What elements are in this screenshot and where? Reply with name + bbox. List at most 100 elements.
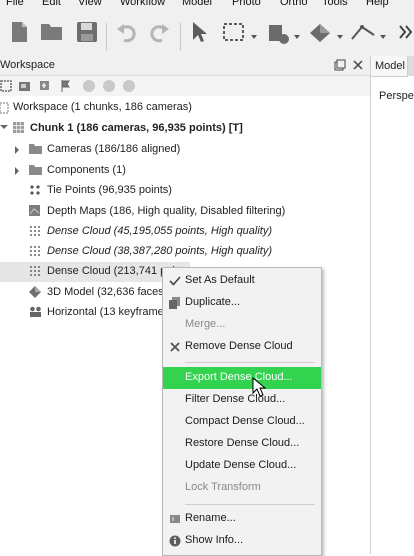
menu-workflow[interactable]: Workflow <box>120 0 165 8</box>
pointer-icon[interactable] <box>190 21 208 43</box>
dense-cloud-icon <box>30 246 40 256</box>
menu-model[interactable]: Model <box>182 0 212 8</box>
close-icon[interactable] <box>352 59 364 71</box>
dense-cloud-icon <box>30 226 40 236</box>
ruler-icon[interactable] <box>350 21 376 43</box>
expand-components-icon[interactable] <box>15 167 19 175</box>
dense-cloud-2-label: Dense Cloud (38,387,280 points, High qua… <box>47 245 273 257</box>
dense-cloud-3-label: Dense Cloud (213,741 poi <box>47 265 175 277</box>
expand-cameras-icon[interactable] <box>15 146 19 154</box>
menu-item-label: Rename... <box>185 512 236 524</box>
menu-item-show-info[interactable]: Show Info... <box>163 530 321 552</box>
workspace-toolbar <box>0 76 370 96</box>
menu-item-export-dense-cloud[interactable]: Export Dense Cloud... <box>163 367 321 389</box>
tree-dense-cloud-1[interactable]: Dense Cloud (45,195,055 points, High qua… <box>0 222 370 242</box>
menu-item-label: Update Dense Cloud... <box>185 459 297 471</box>
menu-ortho[interactable]: Ortho <box>280 0 308 8</box>
menu-item-label: Show Info... <box>185 534 244 546</box>
menu-item-restore-dense-cloud[interactable]: Restore Dense Cloud... <box>163 433 321 455</box>
menu-item-label: Compact Dense Cloud... <box>185 415 305 427</box>
depth-maps-label: Depth Maps (186, High quality, Disabled … <box>47 205 286 217</box>
components-label: Components (1) <box>47 164 126 176</box>
menu-file[interactable]: File <box>6 0 24 8</box>
menu-item-label: Duplicate... <box>185 296 241 308</box>
tab-secondary[interactable] <box>408 56 414 76</box>
tree-depth-maps[interactable]: Depth Maps (186, High quality, Disabled … <box>0 202 370 222</box>
3d-model-label: 3D Model (32,636 faces, H <box>47 286 178 298</box>
menu-tools[interactable]: Tools <box>322 0 348 8</box>
remove-icon <box>170 342 180 352</box>
remove-items-icon[interactable] <box>82 79 96 93</box>
rename-icon <box>170 515 180 523</box>
disable-items-icon[interactable] <box>102 79 116 93</box>
tree-tie-points[interactable]: Tie Points (96,935 points) <box>0 181 370 201</box>
add-marker-icon[interactable] <box>58 79 72 93</box>
undock-icon[interactable] <box>334 59 346 71</box>
menu-item-compact-dense-cloud[interactable]: Compact Dense Cloud... <box>163 411 321 433</box>
depth-maps-icon <box>29 205 40 216</box>
tree-workspace-root[interactable]: Workspace (1 chunks, 186 cameras) <box>0 98 370 118</box>
3d-model-icon <box>29 286 41 298</box>
rectangle-selection-icon[interactable] <box>222 21 246 43</box>
tree-components[interactable]: Components (1) <box>0 161 370 181</box>
workspace-header: Workspace <box>0 56 370 76</box>
menu-photo[interactable]: Photo <box>232 0 261 8</box>
horizontal-label: Horizontal (13 keyframes) <box>47 306 173 318</box>
animation-icon <box>30 306 41 317</box>
tie-points-label: Tie Points (96,935 points) <box>47 184 172 196</box>
menu-item-merge[interactable]: Merge... <box>163 314 321 336</box>
workspace-root-label: Workspace (1 chunks, 186 cameras) <box>13 101 192 113</box>
menu-help[interactable]: Help <box>366 0 389 8</box>
chunk-label: Chunk 1 (186 cameras, 96,935 points) [T] <box>30 122 243 134</box>
save-icon[interactable] <box>76 21 98 43</box>
undo-icon[interactable] <box>116 21 138 43</box>
model-view-panel: Model Perspec <box>370 56 414 554</box>
menu-item-set-as-default[interactable]: Set As Default <box>163 270 321 292</box>
menu-edit[interactable]: Edit <box>42 0 61 8</box>
brush-selection-icon[interactable] <box>266 21 290 45</box>
tie-points-icon <box>30 185 40 195</box>
tree-dense-cloud-2[interactable]: Dense Cloud (38,387,280 points, High qua… <box>0 242 370 262</box>
add-folder-icon[interactable] <box>38 79 52 93</box>
add-chunk-icon[interactable] <box>0 79 14 93</box>
workspace-icon <box>0 102 9 114</box>
menu-item-label: Lock Transform <box>185 481 261 493</box>
context-menu: Set As Default Duplicate... Merge... Rem… <box>162 267 322 556</box>
check-icon <box>169 276 181 286</box>
menu-item-label: Merge... <box>185 318 226 330</box>
add-photos-icon[interactable] <box>18 79 32 93</box>
menu-item-label: Remove Dense Cloud <box>185 340 293 352</box>
perspective-label: Perspec <box>379 90 414 102</box>
duplicate-icon <box>169 297 180 309</box>
info-icon <box>169 535 181 547</box>
expand-chunk-icon[interactable] <box>0 125 8 129</box>
menu-item-lock-transform[interactable]: Lock Transform <box>163 477 321 499</box>
menu-item-remove-dense-cloud[interactable]: Remove Dense Cloud <box>163 336 321 358</box>
open-folder-icon[interactable] <box>40 21 64 41</box>
chunk-grid-icon <box>13 122 24 133</box>
more-icon[interactable] <box>398 21 414 43</box>
menu-item-update-dense-cloud[interactable]: Update Dense Cloud... <box>163 455 321 477</box>
enable-items-icon[interactable] <box>122 79 136 93</box>
folder-icon <box>29 144 42 154</box>
tree-chunk[interactable]: Chunk 1 (186 cameras, 96,935 points) [T] <box>0 119 370 139</box>
menu-item-duplicate[interactable]: Duplicate... <box>163 292 321 314</box>
navigation-icon[interactable] <box>308 21 332 45</box>
menu-view[interactable]: View <box>78 0 102 8</box>
new-document-icon[interactable] <box>10 21 28 43</box>
tab-model-label: Model <box>375 60 405 72</box>
menu-separator <box>185 504 315 505</box>
tree-cameras[interactable]: Cameras (186/186 aligned) <box>0 140 370 160</box>
menu-item-label: Set As Default <box>185 274 255 286</box>
menu-bar: File Edit View Workflow Model Photo Orth… <box>0 0 414 9</box>
menu-item-label: Filter Dense Cloud... <box>185 393 286 405</box>
menu-item-rename[interactable]: Rename... <box>163 508 321 530</box>
redo-icon[interactable] <box>148 21 170 43</box>
tab-model[interactable]: Model <box>371 56 408 77</box>
menu-item-filter-dense-cloud[interactable]: Filter Dense Cloud... <box>163 389 321 411</box>
workspace-title: Workspace <box>0 59 55 71</box>
menu-item-label: Export Dense Cloud... <box>185 371 293 383</box>
folder-icon <box>29 165 42 175</box>
mouse-cursor-icon <box>252 377 267 397</box>
menu-item-label: Restore Dense Cloud... <box>185 437 300 449</box>
